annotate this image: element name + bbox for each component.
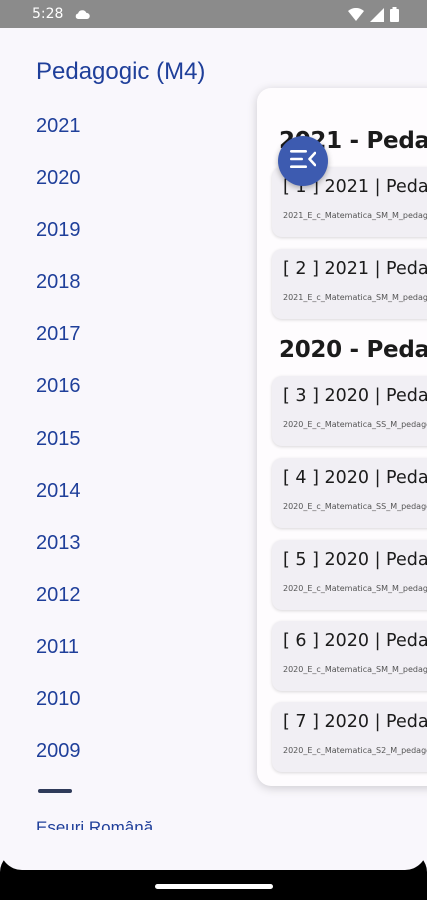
card-title: [ 2 ] 2021 | Pedagogic	[283, 259, 427, 279]
status-bar: 5:28	[0, 0, 427, 28]
exam-card[interactable]: [ 4 ] 2020 | Pedagogic 2020_E_c_Matemati…	[272, 458, 427, 528]
card-subtitle: 2020_E_c_Matematica_SM_M_pedagogic	[283, 584, 427, 593]
battery-icon	[390, 7, 399, 27]
year-item-2021[interactable]: 2021	[36, 112, 81, 164]
exam-card[interactable]: [ 5 ] 2020 | Pedagogic 2020_E_c_Matemati…	[272, 540, 427, 610]
app-screen: 5:28 Pedagogic (M4) 2021 2020 2019 2018 …	[0, 0, 427, 900]
status-icons	[348, 7, 399, 27]
card-title: [ 3 ] 2020 | Pedagogic	[283, 386, 427, 406]
navigation-bar	[0, 874, 427, 900]
next-section-label[interactable]: Eseuri Română	[36, 818, 153, 830]
card-title: [ 4 ] 2020 | Pedagogic	[283, 468, 427, 488]
exam-card[interactable]: [ 6 ] 2020 | Pedagogic 2020_E_c_Matemati…	[272, 621, 427, 691]
menu-fab-button[interactable]	[278, 136, 328, 186]
card-subtitle: 2020_E_c_Matematica_SS_M_pedagogic	[283, 502, 427, 511]
year-item-2020[interactable]: 2020	[36, 164, 81, 216]
menu-collapse-icon	[290, 149, 317, 174]
status-time: 5:28	[32, 6, 64, 22]
year-item-2011[interactable]: 2011	[36, 633, 81, 685]
card-title: [ 6 ] 2020 | Pedagogic	[283, 631, 427, 651]
signal-icon	[370, 7, 384, 27]
exam-card[interactable]: [ 3 ] 2020 | Pedagogic 2020_E_c_Matemati…	[272, 376, 427, 446]
exam-card[interactable]: [ 2 ] 2021 | Pedagogic 2021_E_c_Matemati…	[272, 249, 427, 319]
section-heading: 2020 - Pedagogic (M4)	[279, 337, 427, 363]
card-subtitle: 2021_E_c_Matematica_SM_M_pedagogic	[283, 293, 427, 302]
cloud-icon	[74, 7, 90, 25]
exam-card[interactable]: [ 7 ] 2020 | Pedagogic 2020_E_c_Matemati…	[272, 702, 427, 772]
year-item-2012[interactable]: 2012	[36, 581, 81, 633]
card-subtitle: 2020_E_c_Matematica_SS_M_pedagogic	[283, 420, 427, 429]
year-item-2009[interactable]: 2009	[36, 737, 81, 789]
card-title: [ 5 ] 2020 | Pedagogic	[283, 550, 427, 570]
card-subtitle: 2021_E_c_Matematica_SM_M_pedagogic	[283, 211, 427, 220]
year-item-2014[interactable]: 2014	[36, 477, 81, 529]
year-item-2013[interactable]: 2013	[36, 529, 81, 581]
year-item-2016[interactable]: 2016	[36, 372, 81, 424]
drawer-title: Pedagogic (M4)	[36, 58, 206, 85]
year-item-2018[interactable]: 2018	[36, 268, 81, 320]
year-item-2017[interactable]: 2017	[36, 320, 81, 372]
year-list: 2021 2020 2019 2018 2017 2016 2015 2014 …	[36, 112, 81, 789]
card-subtitle: 2020_E_c_Matematica_SM_M_pedagogic	[283, 665, 427, 674]
year-item-2010[interactable]: 2010	[36, 685, 81, 737]
year-item-2015[interactable]: 2015	[36, 425, 81, 477]
card-subtitle: 2020_E_c_Matematica_S2_M_pedagogic	[283, 746, 427, 755]
year-item-2019[interactable]: 2019	[36, 216, 81, 268]
content-panel: 2021 - Pedagogic (M4) [ 1 ] 2021 | Pedag…	[257, 88, 427, 786]
wifi-icon	[348, 7, 364, 27]
home-gesture-handle[interactable]	[155, 884, 273, 889]
card-title: [ 7 ] 2020 | Pedagogic	[283, 712, 427, 732]
section-divider	[38, 789, 72, 793]
